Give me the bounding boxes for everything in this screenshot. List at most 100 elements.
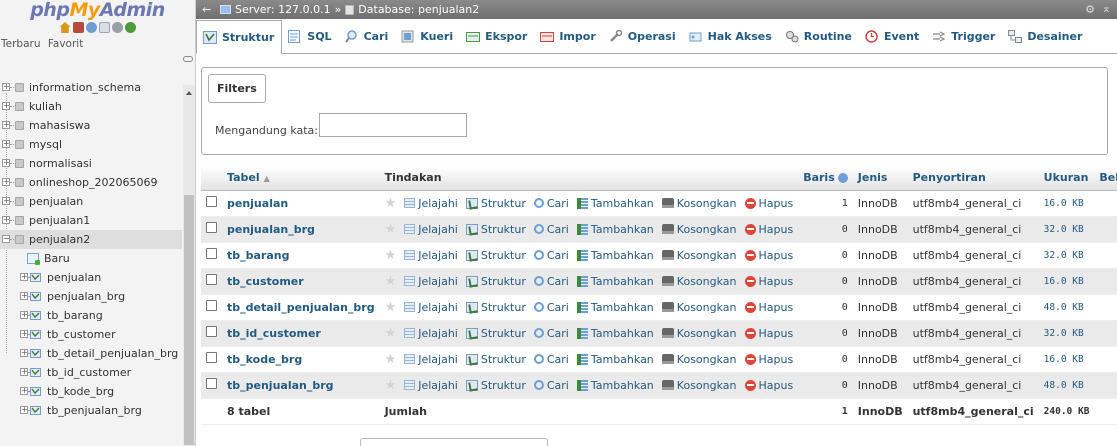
drop-action[interactable]: Hapus <box>744 197 793 210</box>
insert-action[interactable]: Tambahkan <box>576 275 654 288</box>
expand-icon[interactable]: + <box>2 159 10 167</box>
row-checkbox[interactable] <box>206 300 217 311</box>
table-size[interactable]: 48.0 KB <box>1038 372 1095 399</box>
drop-action[interactable]: Hapus <box>744 275 793 288</box>
new-table-label[interactable]: Baru <box>44 249 70 268</box>
help-icon[interactable] <box>837 173 848 184</box>
back-arrow-icon[interactable]: ← <box>202 3 211 16</box>
drop-action[interactable]: Hapus <box>744 301 793 314</box>
browse-action[interactable]: Jelajahi <box>404 353 458 366</box>
documentation-icon[interactable] <box>98 22 110 33</box>
table-size[interactable]: 32.0 KB <box>1038 320 1095 347</box>
table-size[interactable]: 16.0 KB <box>1038 268 1095 295</box>
insert-action[interactable]: Tambahkan <box>576 249 654 262</box>
row-checkbox[interactable] <box>206 222 217 233</box>
drop-action[interactable]: Hapus <box>744 223 793 236</box>
table-name[interactable]: tb_barang <box>47 306 103 325</box>
table-node[interactable]: + tb_kode_brg <box>0 382 182 401</box>
expand-icon[interactable]: + <box>2 178 10 186</box>
header-table[interactable]: Tabel ▲ <box>222 166 380 191</box>
table-name-link[interactable]: tb_detail_penjualan_brg <box>222 294 380 321</box>
recent-tab[interactable]: Terbaru <box>1 38 40 50</box>
expand-icon[interactable]: + <box>2 121 10 129</box>
table-name[interactable]: tb_kode_brg <box>47 382 114 401</box>
table-node[interactable]: + penjualan_brg <box>0 287 182 306</box>
table-size[interactable]: 16.0 KB <box>1038 190 1095 217</box>
favorite-star-icon[interactable]: ★ <box>385 222 397 237</box>
database-name[interactable]: mahasiswa <box>29 116 90 135</box>
table-size[interactable]: 48.0 KB <box>1038 294 1095 321</box>
database-name[interactable]: onlineshop_202065069 <box>29 173 157 192</box>
database-name[interactable]: normalisasi <box>29 154 92 173</box>
search-action[interactable]: Cari <box>533 197 569 210</box>
header-rows[interactable]: Baris <box>798 166 853 191</box>
structure-action[interactable]: Struktur <box>465 197 526 210</box>
browse-action[interactable]: Jelajahi <box>404 223 458 236</box>
empty-action[interactable]: Kosongkan <box>661 327 737 340</box>
tab-hak-akses[interactable]: Hak Akses <box>683 20 779 54</box>
table-node[interactable]: + tb_detail_penjualan_brg <box>0 344 182 363</box>
database-node[interactable]: + mahasiswa <box>0 116 182 135</box>
database-name[interactable]: mysql <box>29 135 62 154</box>
empty-action[interactable]: Kosongkan <box>661 301 737 314</box>
table-name-link[interactable]: tb_kode_brg <box>222 346 380 373</box>
drop-action[interactable]: Hapus <box>744 353 793 366</box>
insert-action[interactable]: Tambahkan <box>576 327 654 340</box>
header-type[interactable]: Jenis <box>852 166 908 191</box>
table-size[interactable]: 32.0 KB <box>1038 242 1095 269</box>
tab-ekspor[interactable]: Ekspor <box>460 20 534 54</box>
structure-action[interactable]: Struktur <box>465 249 526 262</box>
row-checkbox[interactable] <box>206 326 217 337</box>
drop-action[interactable]: Hapus <box>744 379 793 392</box>
tab-cari[interactable]: Cari <box>339 20 396 54</box>
browse-action[interactable]: Jelajahi <box>404 327 458 340</box>
table-node[interactable]: + tb_customer <box>0 325 182 344</box>
table-name-link[interactable]: penjualan_brg <box>222 216 380 243</box>
tab-event[interactable]: Event <box>859 20 926 54</box>
search-action[interactable]: Cari <box>533 223 569 236</box>
table-name[interactable]: tb_detail_penjualan_brg <box>47 344 178 363</box>
table-name-link[interactable]: tb_customer <box>222 268 380 295</box>
database-node[interactable]: + mysql <box>0 135 182 154</box>
table-node[interactable]: + tb_id_customer <box>0 363 182 382</box>
collapse-icon[interactable]: ⌅ <box>1102 2 1111 15</box>
structure-action[interactable]: Struktur <box>465 223 526 236</box>
database-name[interactable]: information_schema <box>29 78 141 97</box>
empty-action[interactable]: Kosongkan <box>661 379 737 392</box>
tab-trigger[interactable]: Trigger <box>926 20 1002 54</box>
insert-action[interactable]: Tambahkan <box>576 353 654 366</box>
browse-action[interactable]: Jelajahi <box>404 301 458 314</box>
favorite-star-icon[interactable]: ★ <box>385 274 397 289</box>
phpmyadmin-logo[interactable]: phpMyAdmin <box>0 0 195 20</box>
filter-input[interactable] <box>319 113 467 137</box>
expand-icon[interactable]: + <box>2 102 10 110</box>
scroll-up-icon[interactable] <box>186 91 192 95</box>
logout-icon[interactable] <box>72 22 84 33</box>
expand-icon[interactable]: + <box>20 406 28 414</box>
row-checkbox[interactable] <box>206 248 217 259</box>
structure-action[interactable]: Struktur <box>465 275 526 288</box>
favorite-star-icon[interactable]: ★ <box>385 300 397 315</box>
settings-icon[interactable] <box>111 22 123 33</box>
table-node[interactable]: + tb_barang <box>0 306 182 325</box>
row-checkbox[interactable] <box>206 352 217 363</box>
expand-icon[interactable]: + <box>20 273 28 281</box>
table-name-link[interactable]: penjualan <box>222 190 380 217</box>
breadcrumb-database[interactable]: Database: penjualan2 <box>358 3 479 16</box>
table-name[interactable]: tb_penjualan_brg <box>47 401 142 420</box>
database-node[interactable]: + kuliah <box>0 97 182 116</box>
empty-action[interactable]: Kosongkan <box>661 353 737 366</box>
insert-action[interactable]: Tambahkan <box>576 379 654 392</box>
new-table-node[interactable]: Baru <box>0 249 182 268</box>
table-name-link[interactable]: tb_id_customer <box>222 320 380 347</box>
tab-desainer[interactable]: Desainer <box>1002 20 1089 54</box>
database-node[interactable]: + normalisasi <box>0 154 182 173</box>
search-action[interactable]: Cari <box>533 327 569 340</box>
tab-struktur[interactable]: Struktur <box>196 20 283 54</box>
database-node[interactable]: + penjualan1 <box>0 211 182 230</box>
table-name[interactable]: tb_id_customer <box>47 363 131 382</box>
expand-icon[interactable]: + <box>20 292 28 300</box>
structure-action[interactable]: Struktur <box>465 353 526 366</box>
tab-routine[interactable]: Routine <box>779 20 859 54</box>
favorite-star-icon[interactable]: ★ <box>385 326 397 341</box>
